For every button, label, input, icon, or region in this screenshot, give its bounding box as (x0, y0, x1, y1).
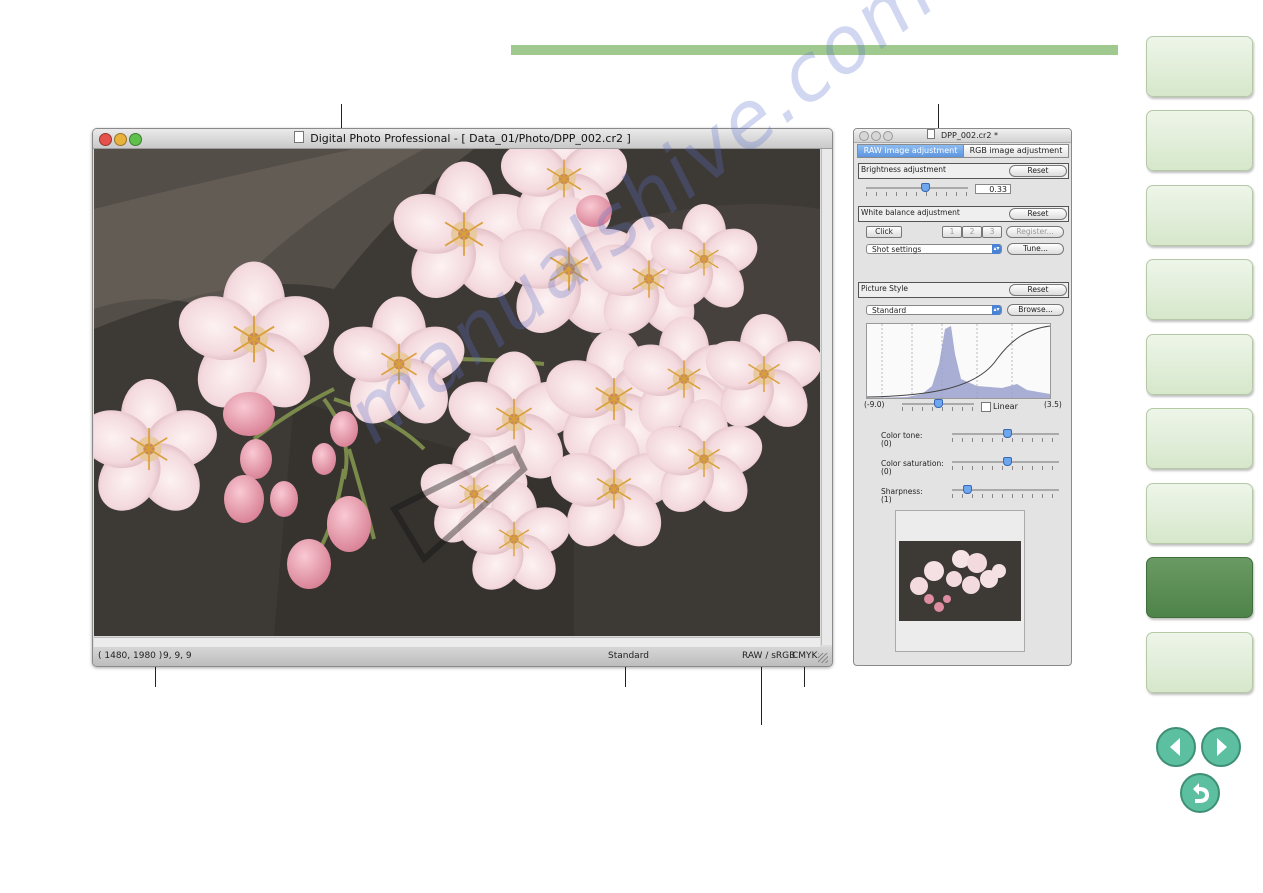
resize-grip-icon[interactable] (818, 653, 828, 663)
window-title: Digital Photo Professional - [ Data_01/P… (310, 132, 631, 145)
arrow-right-icon (1217, 738, 1227, 756)
navigator-thumbnail-frame (895, 510, 1025, 652)
palette-close-button[interactable] (859, 131, 869, 141)
color-saturation-value: (0) (881, 467, 892, 476)
click-white-balance-button[interactable]: Click (866, 226, 902, 238)
picture-style-select-value: Standard (872, 306, 907, 315)
callout-line-style (625, 665, 626, 687)
nav-tab-5[interactable] (1146, 334, 1253, 395)
color-saturation-ticks (952, 466, 1059, 470)
brightness-value-field[interactable]: 0.33 (975, 184, 1011, 194)
browse-button[interactable]: Browse... (1007, 304, 1064, 316)
brightness-slider-ticks (866, 192, 968, 196)
palette-minimize-button[interactable] (871, 131, 881, 141)
sharpness-ticks (952, 494, 1059, 498)
tool-palette: DPP_002.cr2 * RAW image adjustment RGB i… (853, 128, 1072, 666)
tune-button[interactable]: Tune... (1007, 243, 1064, 255)
nav-tab-1[interactable] (1146, 36, 1253, 97)
sharpness-value: (1) (881, 495, 892, 504)
arrow-left-icon (1170, 738, 1180, 756)
linear-checkbox[interactable] (981, 402, 991, 412)
color-saturation-slider-knob[interactable] (1003, 457, 1012, 466)
nav-tab-2[interactable] (1146, 110, 1253, 171)
register-button[interactable]: Register... (1006, 226, 1064, 238)
picture-style-reset-button[interactable]: Reset (1009, 284, 1067, 296)
brightness-section-header: Brightness adjustment Reset (858, 163, 1069, 179)
select-arrows-icon: ▴▾ (992, 244, 1001, 254)
palette-titlebar[interactable]: DPP_002.cr2 * (854, 129, 1071, 143)
linear-label: Linear (993, 402, 1018, 411)
cmyk-status: CMYK (792, 651, 818, 661)
return-button[interactable] (1180, 773, 1220, 813)
vertical-scrollbar[interactable] (821, 149, 832, 645)
callout-line-palette (938, 104, 939, 128)
status-bar: ( 1480, 1980 ) 9, 9, 9 Standard RAW / sR… (93, 647, 832, 666)
picture-style-section-header: Picture Style Reset (858, 282, 1069, 298)
brightness-label: Brightness adjustment (861, 165, 946, 174)
wb-preset-2-button[interactable]: 2 (962, 226, 982, 238)
white-balance-select[interactable]: Shot settings ▴▾ (866, 244, 1002, 254)
brightness-reset-button[interactable]: Reset (1009, 165, 1067, 177)
curve-range-min: (-9.0) (864, 400, 885, 409)
close-button[interactable] (99, 133, 112, 146)
palette-document-icon (927, 129, 936, 139)
palette-title: DPP_002.cr2 * (941, 131, 998, 140)
document-icon (294, 131, 305, 143)
sharpness-slider-knob[interactable] (963, 485, 972, 494)
minimize-button[interactable] (114, 133, 127, 146)
nav-tab-7[interactable] (1146, 483, 1253, 544)
white-balance-section-header: White balance adjustment Reset (858, 206, 1069, 222)
cursor-coordinates: ( 1480, 1980 ) (98, 651, 163, 661)
adjustment-tabs: RAW image adjustment RGB image adjustmen… (857, 144, 1069, 158)
picture-style-status: Standard (608, 651, 649, 661)
curve-range-slider-knob[interactable] (934, 399, 943, 408)
tab-raw-adjustment[interactable]: RAW image adjustment (857, 144, 964, 158)
color-space-status: RAW / sRGB (742, 651, 796, 661)
callout-line-cmyk (804, 665, 805, 687)
select-arrows-icon: ▴▾ (992, 305, 1001, 315)
color-tone-slider-knob[interactable] (1003, 429, 1012, 438)
nav-tab-8-active[interactable] (1146, 557, 1253, 618)
picture-style-select[interactable]: Standard ▴▾ (866, 305, 1002, 315)
picture-style-label: Picture Style (861, 284, 909, 293)
color-tone-value: (0) (881, 439, 892, 448)
pixel-rgb-values: 9, 9, 9 (163, 651, 192, 661)
callout-line-title (341, 104, 342, 128)
wb-preset-3-button[interactable]: 3 (982, 226, 1002, 238)
next-page-button[interactable] (1201, 727, 1241, 767)
zoom-button[interactable] (129, 133, 142, 146)
histogram-graph (866, 324, 1051, 398)
curve-range-max: (3.5) (1044, 400, 1062, 409)
callout-line-coords (155, 665, 156, 687)
color-tone-ticks (952, 438, 1059, 442)
white-balance-reset-button[interactable]: Reset (1009, 208, 1067, 220)
horizontal-scrollbar[interactable] (94, 637, 820, 647)
palette-zoom-button[interactable] (883, 131, 893, 141)
tab-rgb-adjustment[interactable]: RGB image adjustment (963, 144, 1069, 158)
wb-preset-1-button[interactable]: 1 (942, 226, 962, 238)
return-arrow-icon (1193, 783, 1209, 803)
nav-tab-3[interactable] (1146, 185, 1253, 246)
nav-tab-6[interactable] (1146, 408, 1253, 469)
white-balance-select-value: Shot settings (872, 245, 922, 254)
callout-line-colorspace (761, 665, 762, 725)
brightness-slider-knob[interactable] (921, 183, 930, 192)
nav-tab-4[interactable] (1146, 259, 1253, 320)
histogram-tone-curve[interactable] (866, 323, 1051, 399)
white-balance-label: White balance adjustment (861, 208, 960, 217)
brightness-slider-track[interactable] (866, 187, 968, 189)
navigator-thumbnail[interactable] (899, 541, 1021, 621)
previous-page-button[interactable] (1156, 727, 1196, 767)
nav-tab-9[interactable] (1146, 632, 1253, 693)
